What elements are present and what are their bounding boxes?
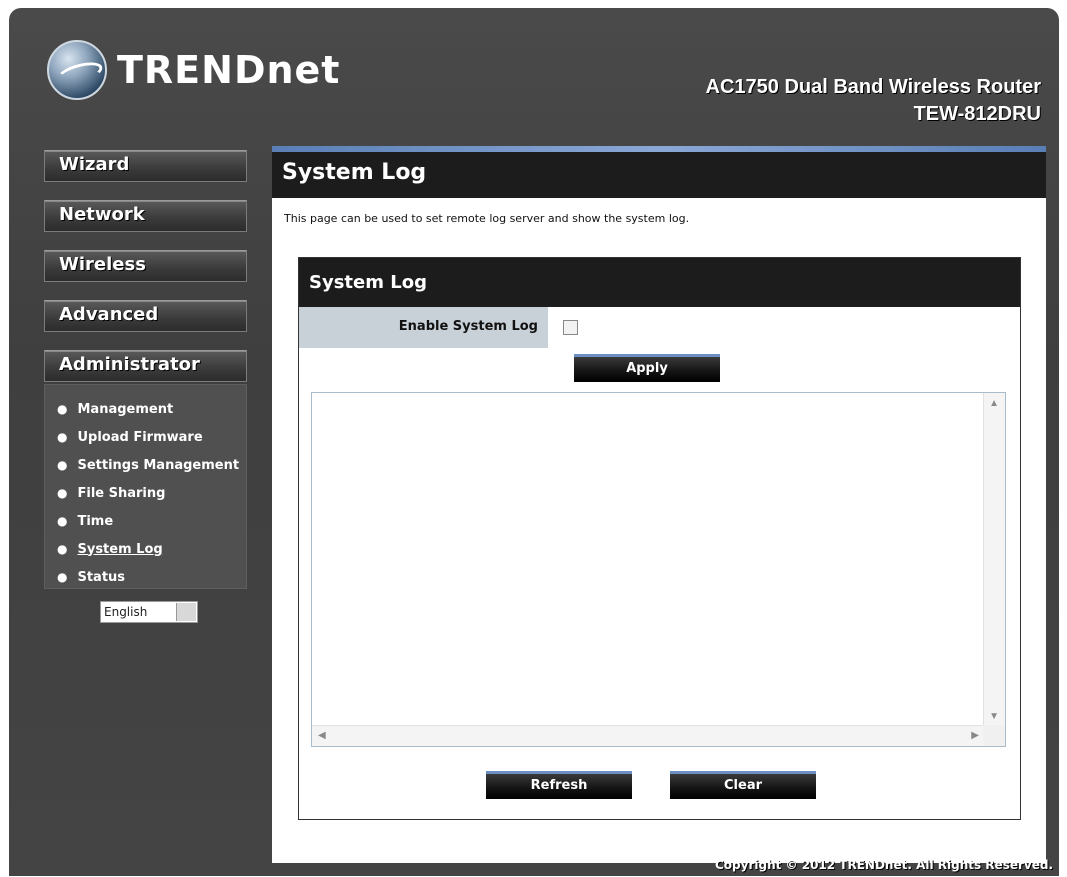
scroll-down-icon[interactable]: ▼ xyxy=(989,712,999,722)
enable-system-log-checkbox[interactable] xyxy=(563,320,578,335)
bullet-icon: ● xyxy=(57,542,68,556)
submenu-item-status[interactable]: ● Status xyxy=(57,563,246,591)
submenu-item-label: File Sharing xyxy=(77,485,166,501)
scroll-right-icon[interactable]: ▶ xyxy=(971,731,979,741)
logo: TRENDnet xyxy=(47,40,340,100)
brand-name: TRENDnet xyxy=(117,48,341,92)
submenu-item-label: Management xyxy=(77,401,174,417)
submenu-item-settings-management[interactable]: ● Settings Management xyxy=(57,451,246,479)
language-select[interactable]: English xyxy=(100,601,198,623)
submenu-item-file-sharing[interactable]: ● File Sharing xyxy=(57,479,246,507)
enable-system-log-label: Enable System Log xyxy=(299,307,548,348)
main-panel: System Log This page can be used to set … xyxy=(272,146,1046,863)
nav-wireless-button[interactable]: Wireless xyxy=(44,250,247,282)
bullet-icon: ● xyxy=(57,430,68,444)
scroll-left-icon[interactable]: ◀ xyxy=(318,731,326,741)
scroll-up-icon[interactable]: ▲ xyxy=(989,399,999,409)
system-log-textarea[interactable]: ▲ ▼ ◀ ▶ xyxy=(311,392,1006,747)
page-description: This page can be used to set remote log … xyxy=(284,212,690,225)
trendnet-logo-icon xyxy=(47,40,107,100)
horizontal-scrollbar[interactable]: ◀ ▶ xyxy=(312,725,985,746)
administrator-submenu: ● Management ● Upload Firmware ● Setting… xyxy=(44,384,247,589)
sidebar: Wizard Network Wireless Advanced Adminis… xyxy=(44,150,249,623)
bullet-icon: ● xyxy=(57,402,68,416)
bullet-icon: ● xyxy=(57,570,68,584)
nav-network-button[interactable]: Network xyxy=(44,200,247,232)
language-select-value: English xyxy=(104,605,148,619)
nav-wizard-button[interactable]: Wizard xyxy=(44,150,247,182)
product-info: AC1750 Dual Band Wireless Router TEW-812… xyxy=(706,76,1041,126)
page-title: System Log xyxy=(272,152,1046,198)
clear-button[interactable]: Clear xyxy=(670,771,816,799)
scrollbar-corner xyxy=(983,725,1005,746)
apply-button[interactable]: Apply xyxy=(574,354,720,382)
submenu-item-label: Status xyxy=(77,569,126,585)
submenu-item-management[interactable]: ● Management xyxy=(57,395,246,423)
bullet-icon: ● xyxy=(57,486,68,500)
system-log-section: System Log Enable System Log Apply ▲ ▼ ◀… xyxy=(298,257,1021,820)
copyright-text: Copyright © 2012 TRENDnet. All Rights Re… xyxy=(715,858,1053,872)
bullet-icon: ● xyxy=(57,458,68,472)
nav-administrator-button[interactable]: Administrator xyxy=(44,350,247,382)
submenu-item-upload-firmware[interactable]: ● Upload Firmware xyxy=(57,423,246,451)
submenu-item-label: Settings Management xyxy=(77,457,240,473)
bullet-icon: ● xyxy=(57,514,68,528)
nav-advanced-button[interactable]: Advanced xyxy=(44,300,247,332)
enable-system-log-row: Enable System Log xyxy=(299,307,1020,348)
submenu-item-label: Time xyxy=(77,513,114,529)
product-name: AC1750 Dual Band Wireless Router xyxy=(705,76,1041,98)
dropdown-arrow-icon[interactable] xyxy=(176,603,196,621)
section-title: System Log xyxy=(299,258,1020,307)
submenu-item-system-log[interactable]: ● System Log xyxy=(57,535,246,563)
app-frame: TRENDnet AC1750 Dual Band Wireless Route… xyxy=(9,8,1059,876)
submenu-item-time[interactable]: ● Time xyxy=(57,507,246,535)
product-model: TEW-812DRU xyxy=(913,103,1041,125)
submenu-item-label: System Log xyxy=(77,541,163,557)
vertical-scrollbar[interactable]: ▲ ▼ xyxy=(983,393,1005,727)
refresh-button[interactable]: Refresh xyxy=(486,771,632,799)
submenu-item-label: Upload Firmware xyxy=(77,429,203,445)
